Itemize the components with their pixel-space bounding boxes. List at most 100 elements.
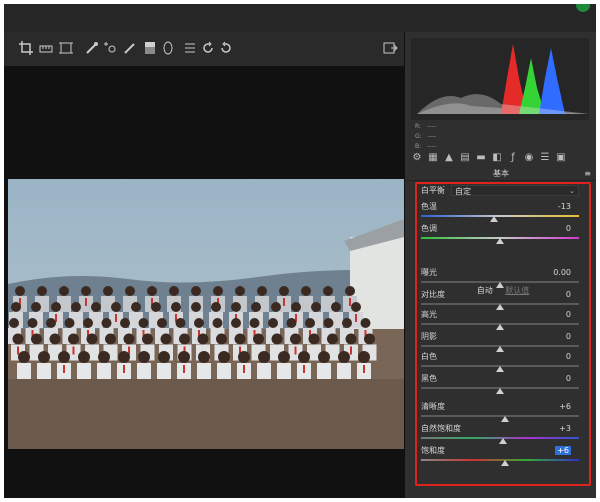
crowd-head	[298, 351, 310, 363]
contrast-value[interactable]: 0	[566, 290, 571, 300]
red-eye-icon[interactable]	[102, 40, 118, 56]
vibrance-value[interactable]: +3	[559, 424, 571, 434]
photo-preview	[8, 179, 404, 449]
g-label: G:	[415, 133, 422, 140]
image-canvas[interactable]	[4, 66, 404, 498]
crowd-head	[231, 318, 241, 328]
crowd-head	[31, 302, 41, 312]
white-balance-select[interactable]: 自定 ⌄	[451, 185, 579, 196]
presets-tab-icon[interactable]: ☰	[539, 152, 551, 164]
auto-button[interactable]: 自动	[477, 286, 493, 295]
effects-tab-icon[interactable]: ƒ	[507, 152, 519, 164]
crowd-head	[15, 286, 25, 296]
chevron-down-icon: ⌄	[569, 187, 575, 195]
crowd-head	[191, 286, 201, 296]
straighten-icon[interactable]	[38, 40, 54, 56]
tone-curve-tab-icon[interactable]: ▦	[427, 152, 439, 164]
fullscreen-toggle-icon[interactable]	[382, 40, 398, 56]
exposure-value[interactable]: 0.00	[553, 268, 571, 278]
default-button[interactable]: 默认值	[505, 286, 529, 295]
saturation-value[interactable]: +6	[555, 446, 571, 456]
crowd-head	[37, 286, 47, 296]
clarity-value[interactable]: +6	[559, 402, 571, 412]
crowd-head	[358, 351, 370, 363]
crowd-body	[137, 363, 151, 379]
crowd-head	[342, 318, 352, 328]
panel-tab-bar: ⚙ ▦ ▲ ▤ ▬ ◧ ƒ ◉ ☰ ▣	[409, 150, 589, 168]
crowd-scarf	[123, 365, 125, 373]
exposure-label: 曝光	[421, 268, 437, 277]
radial-filter-icon[interactable]	[160, 40, 176, 56]
crowd-head	[131, 302, 141, 312]
snapshots-tab-icon[interactable]: ▣	[555, 152, 567, 164]
graduated-filter-icon[interactable]	[142, 40, 158, 56]
crowd-head	[64, 318, 75, 328]
highlights-slider-thumb[interactable]	[496, 324, 504, 330]
b-value: ----	[427, 143, 436, 150]
crowd-body	[217, 363, 231, 379]
crowd-head	[251, 302, 261, 312]
detail-tab-icon[interactable]: ▲	[443, 152, 455, 164]
lens-tab-icon[interactable]: ◧	[491, 152, 503, 164]
camera-calibration-tab-icon[interactable]: ◉	[523, 152, 535, 164]
panel-menu-icon[interactable]: ≡	[584, 170, 591, 178]
hsl-tab-icon[interactable]: ▤	[459, 152, 471, 164]
crowd-head	[291, 302, 301, 312]
crowd-scarf	[294, 346, 297, 355]
crowd-head	[191, 302, 201, 312]
contrast-slider-thumb[interactable]	[496, 304, 504, 310]
b-label: B:	[415, 143, 422, 150]
crowd-head	[59, 286, 69, 296]
shadows-slider-thumb[interactable]	[496, 346, 504, 352]
crowd-scarf	[303, 365, 305, 373]
window-status-dot[interactable]	[576, 4, 590, 12]
white-balance-label: 白平衡	[421, 186, 445, 195]
crowd-head	[345, 286, 355, 296]
crowd-head	[151, 302, 161, 312]
crowd-scarf	[63, 365, 65, 373]
basic-tab-icon[interactable]: ⚙	[411, 152, 423, 164]
tint-value[interactable]: 0	[566, 224, 571, 234]
crowd-head	[103, 286, 113, 296]
crowd-head	[111, 302, 121, 312]
highlights-value[interactable]: 0	[566, 310, 571, 320]
temperature-value[interactable]: -13	[558, 202, 571, 212]
temperature-slider-track[interactable]	[421, 215, 579, 217]
blacks-value[interactable]: 0	[566, 374, 571, 384]
crowd-head	[231, 302, 241, 312]
rotate-cw-icon[interactable]	[218, 40, 234, 56]
whites-label: 白色	[421, 352, 437, 361]
saturation-slider-thumb[interactable]	[500, 460, 509, 466]
crop-icon[interactable]	[18, 40, 34, 56]
crowd-head	[86, 333, 98, 345]
preferences-icon[interactable]	[182, 40, 198, 56]
whites-value[interactable]: 0	[566, 352, 571, 362]
crowd-head	[120, 318, 130, 328]
crowd-head	[212, 318, 223, 328]
vibrance-slider-thumb[interactable]	[499, 438, 508, 444]
adjustment-brush-icon[interactable]	[122, 40, 138, 56]
split-toning-tab-icon[interactable]: ▬	[475, 152, 487, 164]
crowd-head	[360, 318, 371, 328]
crowd-head	[198, 351, 210, 363]
spot-removal-icon[interactable]	[84, 40, 100, 56]
crowd-head	[213, 286, 223, 296]
whites-slider-thumb[interactable]	[496, 366, 504, 372]
crowd-head	[327, 333, 338, 345]
crowd-body	[97, 363, 111, 379]
rotate-ccw-icon[interactable]	[200, 40, 216, 56]
crowd-head	[83, 318, 93, 328]
crowd-head	[290, 333, 301, 345]
exposure-slider-thumb[interactable]	[496, 282, 504, 288]
transform-icon[interactable]	[58, 40, 74, 56]
clarity-slider-thumb[interactable]	[500, 416, 509, 422]
rgb-readout: R: ---- G: ---- B: ----	[415, 122, 436, 152]
crowd-body	[299, 296, 313, 312]
crowd-head	[58, 351, 70, 363]
shadows-value[interactable]: 0	[566, 332, 571, 342]
temperature-slider-thumb[interactable]	[489, 216, 498, 222]
crowd-head	[318, 351, 330, 363]
blacks-slider-thumb[interactable]	[496, 388, 504, 394]
crowd-body	[37, 363, 51, 379]
tint-slider-thumb[interactable]	[496, 238, 504, 244]
